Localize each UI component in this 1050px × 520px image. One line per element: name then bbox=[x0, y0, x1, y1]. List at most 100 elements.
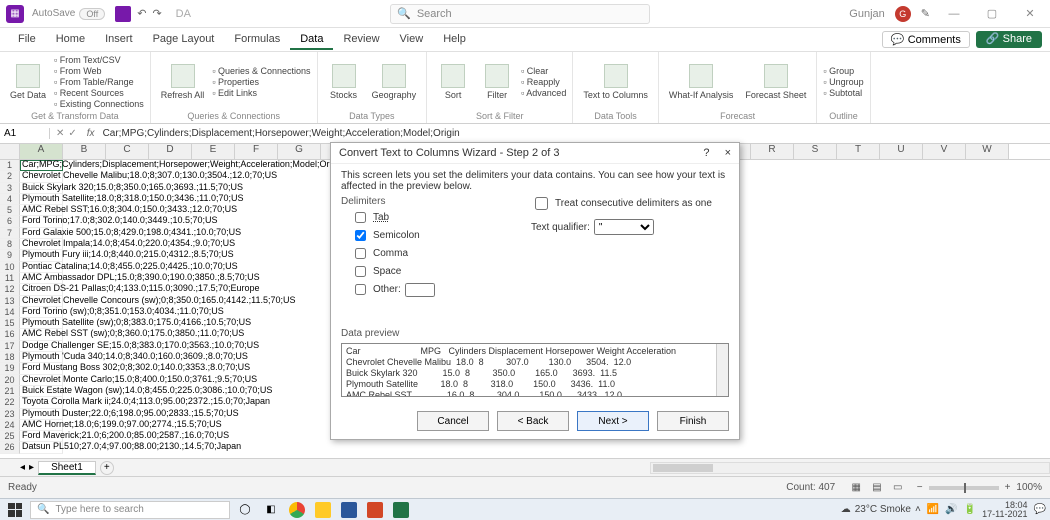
data-preview[interactable]: Car MPG Cylinders Displacement Horsepowe… bbox=[341, 343, 729, 397]
row-header[interactable]: 17 bbox=[0, 341, 20, 352]
delim-other-input[interactable] bbox=[405, 283, 435, 297]
tray-chevron-icon[interactable]: ˄ bbox=[915, 504, 921, 515]
text-to-columns-button[interactable]: Text to Columns bbox=[579, 62, 652, 102]
next-button[interactable]: Next > bbox=[577, 411, 649, 431]
col-header-D[interactable]: D bbox=[149, 144, 192, 159]
wifi-icon[interactable]: 📶 bbox=[927, 504, 939, 515]
taskbar-search[interactable]: 🔍Type here to search bbox=[30, 501, 230, 519]
zoom-slider[interactable] bbox=[929, 486, 999, 490]
row-header[interactable]: 20 bbox=[0, 375, 20, 386]
delim-comma-checkbox[interactable] bbox=[355, 248, 366, 259]
col-header-F[interactable]: F bbox=[235, 144, 278, 159]
row-header[interactable]: 15 bbox=[0, 318, 20, 329]
refresh-all-button[interactable]: Refresh All bbox=[157, 62, 209, 102]
battery-icon[interactable]: 🔋 bbox=[964, 504, 976, 515]
view-normal-icon[interactable]: ▦ bbox=[847, 481, 865, 494]
window-minimize[interactable]: — bbox=[940, 8, 968, 20]
geography-button[interactable]: Geography bbox=[368, 62, 421, 102]
dialog-help-icon[interactable]: ? bbox=[703, 147, 709, 159]
row-header[interactable]: 25 bbox=[0, 431, 20, 442]
row-header[interactable]: 7 bbox=[0, 228, 20, 239]
col-header-G[interactable]: G bbox=[278, 144, 321, 159]
row-header[interactable]: 9 bbox=[0, 250, 20, 261]
save-icon[interactable] bbox=[115, 6, 131, 22]
dialog-close-icon[interactable]: × bbox=[725, 147, 731, 159]
text-qualifier-select[interactable]: " bbox=[594, 219, 654, 235]
delim-space-checkbox[interactable] bbox=[355, 266, 366, 277]
share-button[interactable]: 🔗 Share bbox=[976, 31, 1042, 48]
row-header[interactable]: 8 bbox=[0, 239, 20, 250]
menu-tab-formulas[interactable]: Formulas bbox=[224, 30, 290, 50]
weather-widget[interactable]: ☁ 23°C Smoke bbox=[841, 504, 911, 515]
row-header[interactable]: 18 bbox=[0, 352, 20, 363]
row-header[interactable]: 22 bbox=[0, 397, 20, 408]
accept-edit-icon[interactable]: ✓ bbox=[68, 128, 76, 139]
row-header[interactable]: 5 bbox=[0, 205, 20, 216]
volume-icon[interactable]: 🔊 bbox=[945, 504, 957, 515]
what-if-button[interactable]: What-If Analysis bbox=[665, 62, 738, 102]
user-avatar[interactable]: G bbox=[895, 6, 911, 22]
row-header[interactable]: 19 bbox=[0, 363, 20, 374]
redo-icon[interactable]: ↷ bbox=[152, 7, 161, 20]
cortana-icon[interactable]: ◧ bbox=[260, 501, 282, 519]
ribbon-item-existing-connections[interactable]: ▫ Existing Connections bbox=[54, 99, 144, 109]
row-header[interactable]: 14 bbox=[0, 307, 20, 318]
col-header-W[interactable]: W bbox=[966, 144, 1009, 159]
sort-button[interactable]: Sort bbox=[433, 62, 473, 102]
row-header[interactable]: 24 bbox=[0, 420, 20, 431]
col-header-R[interactable]: R bbox=[751, 144, 794, 159]
delim-other-checkbox[interactable] bbox=[355, 284, 366, 295]
col-header-S[interactable]: S bbox=[794, 144, 837, 159]
task-view-icon[interactable]: ◯ bbox=[234, 501, 256, 519]
col-header-A[interactable]: A bbox=[20, 144, 63, 159]
select-all-corner[interactable] bbox=[0, 144, 20, 159]
menu-tab-page-layout[interactable]: Page Layout bbox=[143, 30, 225, 50]
powerpoint-icon[interactable] bbox=[364, 501, 386, 519]
col-header-U[interactable]: U bbox=[880, 144, 923, 159]
system-tray[interactable]: ˄ 📶 🔊 🔋 18:04 17-11-2021 💬 bbox=[915, 501, 1046, 519]
menu-tab-data[interactable]: Data bbox=[290, 30, 333, 50]
ribbon-item-subtotal[interactable]: ▫ Subtotal bbox=[823, 88, 863, 98]
undo-icon[interactable]: ↶ bbox=[137, 7, 146, 20]
ribbon-item-advanced[interactable]: ▫ Advanced bbox=[521, 88, 566, 98]
menu-tab-insert[interactable]: Insert bbox=[95, 30, 143, 50]
col-header-C[interactable]: C bbox=[106, 144, 149, 159]
sheet-nav-prev[interactable]: ◂ bbox=[20, 462, 25, 473]
col-header-B[interactable]: B bbox=[63, 144, 106, 159]
menu-tab-help[interactable]: Help bbox=[433, 30, 476, 50]
col-header-E[interactable]: E bbox=[192, 144, 235, 159]
row-header[interactable]: 13 bbox=[0, 296, 20, 307]
stocks-button[interactable]: Stocks bbox=[324, 62, 364, 102]
row-header[interactable]: 2 bbox=[0, 171, 20, 182]
filter-button[interactable]: Filter bbox=[477, 62, 517, 102]
row-header[interactable]: 3 bbox=[0, 183, 20, 194]
view-page-layout-icon[interactable]: ▤ bbox=[868, 481, 886, 494]
ribbon-item-clear[interactable]: ▫ Clear bbox=[521, 66, 566, 76]
ribbon-item-from-web[interactable]: ▫ From Web bbox=[54, 66, 144, 76]
ribbon-item-edit-links[interactable]: ▫ Edit Links bbox=[212, 88, 310, 98]
horizontal-scrollbar[interactable] bbox=[650, 462, 1050, 474]
search-box[interactable]: 🔍 Search bbox=[390, 4, 650, 24]
row-header[interactable]: 4 bbox=[0, 194, 20, 205]
ribbon-item-reapply[interactable]: ▫ Reapply bbox=[521, 77, 566, 87]
file-explorer-icon[interactable] bbox=[312, 501, 334, 519]
row-header[interactable]: 21 bbox=[0, 386, 20, 397]
ink-icon[interactable]: ✎ bbox=[921, 7, 930, 20]
forecast-sheet-button[interactable]: Forecast Sheet bbox=[741, 62, 810, 102]
fx-icon[interactable]: fx bbox=[83, 128, 99, 139]
cancel-edit-icon[interactable]: ✕ bbox=[56, 128, 64, 139]
row-header[interactable]: 26 bbox=[0, 442, 20, 453]
ribbon-item-properties[interactable]: ▫ Properties bbox=[212, 77, 310, 87]
formula-input[interactable]: Car;MPG;Cylinders;Displacement;Horsepowe… bbox=[99, 128, 1050, 139]
window-maximize[interactable]: ▢ bbox=[978, 7, 1006, 20]
ribbon-item-from-table-range[interactable]: ▫ From Table/Range bbox=[54, 77, 144, 87]
menu-tab-view[interactable]: View bbox=[390, 30, 434, 50]
zoom-out[interactable]: − bbox=[917, 482, 923, 493]
clock[interactable]: 18:04 17-11-2021 bbox=[982, 501, 1027, 519]
row-header[interactable]: 23 bbox=[0, 409, 20, 420]
notifications-icon[interactable]: 💬 bbox=[1034, 504, 1046, 515]
add-sheet-button[interactable]: + bbox=[100, 461, 114, 475]
finish-button[interactable]: Finish bbox=[657, 411, 729, 431]
delim-tab-checkbox[interactable] bbox=[355, 212, 366, 223]
menu-tab-home[interactable]: Home bbox=[46, 30, 95, 50]
